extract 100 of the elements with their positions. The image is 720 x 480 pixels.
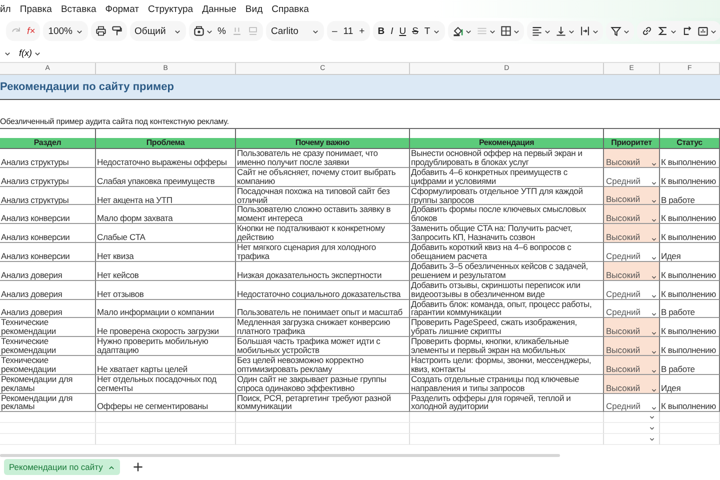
table-cell: В работе xyxy=(660,356,720,375)
table-cell: Без целей невозможно корректно оптимизировать рекламу xyxy=(236,356,410,375)
caret-icon[interactable] xyxy=(489,28,496,34)
priority-dropdown[interactable]: Высокий xyxy=(604,337,660,356)
formula-button[interactable]: f× xyxy=(26,26,36,36)
table-cell: К выполнению xyxy=(660,262,720,281)
priority-dropdown[interactable]: Высокий xyxy=(604,224,660,244)
priority-dropdown[interactable]: Средний xyxy=(604,280,660,300)
align-left-icon[interactable] xyxy=(531,25,544,37)
priority-dropdown[interactable]: Высокий xyxy=(604,205,660,224)
table-cell: К выполнению xyxy=(660,149,720,168)
add-sheet-icon[interactable] xyxy=(132,461,144,473)
caret-icon xyxy=(108,464,115,470)
rotate-icon[interactable] xyxy=(681,25,694,37)
table-cell: К выполнению xyxy=(660,337,720,356)
priority-dropdown[interactable]: Высокий xyxy=(604,374,660,394)
caret-icon xyxy=(651,405,657,412)
table-cell: К выполнению xyxy=(660,394,720,412)
caret-icon[interactable] xyxy=(206,28,212,34)
caret-icon xyxy=(651,311,657,318)
link-icon[interactable] xyxy=(641,25,654,37)
print-icon[interactable] xyxy=(94,25,106,37)
menu-item[interactable]: Структура xyxy=(148,4,194,14)
table-cell: Добавить 3–5 обезличенных кейсов с задачей, решением и результатом xyxy=(410,262,604,281)
filter-icon[interactable] xyxy=(610,25,622,37)
menu-item[interactable]: йл xyxy=(0,4,11,14)
font-size-field[interactable]: 11 xyxy=(342,26,354,36)
text-style-dropdown[interactable]: T xyxy=(423,26,442,36)
table-cell: Добавить блок: команда, опыт, процесс работы, гарантии коммуникации xyxy=(410,300,604,318)
table-cell: Один сайт не закрывает разные группы спроса одинаково эффективно xyxy=(236,374,410,394)
table-cell: В работе xyxy=(660,300,720,318)
borders-icon[interactable] xyxy=(500,25,512,37)
table-cell: Сайт не объясняет, почему стоит выбрать компанию xyxy=(236,168,410,187)
table-cell: Нет отдельных посадочных под сегменты xyxy=(96,374,236,394)
table-cell: К выполнению xyxy=(660,280,720,300)
caret-icon xyxy=(433,28,440,34)
table-cell: Анализ структуры xyxy=(0,186,96,206)
percent-button[interactable]: % xyxy=(216,26,227,36)
align-bottom-icon[interactable] xyxy=(555,25,568,37)
currency-icon[interactable] xyxy=(192,25,204,37)
table-cell: Не проверена скорость загрузки xyxy=(96,318,236,338)
fill-color-icon[interactable] xyxy=(452,25,464,37)
priority-dropdown[interactable]: Высокий xyxy=(604,356,660,375)
table-cell: Технические рекомендации xyxy=(0,337,96,356)
table-cell: Пользователю сложно оставить заявку в момент интереса xyxy=(236,205,410,224)
text-wrap-icon[interactable] xyxy=(579,25,592,37)
sheet-tab[interactable]: Рекомендации по сайту xyxy=(4,459,120,475)
merge-cells-icon[interactable] xyxy=(476,25,488,37)
table-cell: К выполнению xyxy=(660,205,720,224)
caret-icon[interactable] xyxy=(592,28,600,34)
table-cell: Технические рекомендации xyxy=(0,318,96,338)
table-cell: Анализ конверсии xyxy=(0,224,96,244)
table-cell: Проверить PageSpeed, сжать изображения, убрать лишние скрипты xyxy=(410,318,604,338)
table-cell: Анализ конверсии xyxy=(0,243,96,262)
menu-item[interactable]: Вставка xyxy=(60,4,96,14)
menu-item[interactable]: Формат xyxy=(105,4,140,14)
table-cell: Рекомендации для рекламы xyxy=(0,374,96,394)
caret-icon xyxy=(651,292,657,298)
table-cell: Недостаточно социального доказательства xyxy=(236,280,410,300)
priority-dropdown[interactable]: Высокий xyxy=(604,262,660,281)
bold-button[interactable]: B xyxy=(376,26,386,36)
menu-item[interactable]: Справка xyxy=(272,4,309,14)
priority-dropdown[interactable]: Высокий xyxy=(604,318,660,338)
sheet-title: Рекомендации по сайту пример xyxy=(0,75,720,100)
menu-item[interactable]: Вид xyxy=(245,4,263,14)
horizontal-scrollbar[interactable] xyxy=(0,454,560,457)
caret-icon[interactable] xyxy=(568,28,576,34)
sum-icon[interactable] xyxy=(657,25,670,37)
italic-button[interactable]: I xyxy=(390,26,394,36)
table-cell: Вынести основной оффер на первый экран и продублировать в блоках услуг xyxy=(410,149,604,168)
increase-font-button[interactable]: + xyxy=(358,26,366,36)
priority-dropdown[interactable]: Средний xyxy=(604,394,660,412)
caret-icon[interactable] xyxy=(513,28,520,34)
table-cell: Не хватает карты целей xyxy=(96,356,236,375)
caret-icon[interactable] xyxy=(710,28,718,34)
decrease-font-button[interactable]: – xyxy=(330,26,338,36)
menu-item[interactable]: Данные xyxy=(202,4,236,14)
table-cell: Недостаточно выражены офферы xyxy=(96,149,236,168)
caret-icon xyxy=(651,348,657,355)
caret-icon[interactable] xyxy=(544,28,552,34)
table-cell: Добавить отзывы, скриншоты переписок или видеоотзывы в обезличенном виде xyxy=(410,280,604,300)
caret-icon[interactable] xyxy=(670,28,678,34)
table-cell: Анализ структуры xyxy=(0,168,96,187)
table-cell: Слабая упаковка преимуществ xyxy=(96,168,236,187)
chart-icon[interactable] xyxy=(697,25,710,37)
caret-icon[interactable] xyxy=(465,28,472,34)
table-header: Статус xyxy=(660,138,720,148)
name-box-caret-icon[interactable] xyxy=(4,50,11,56)
caret-icon[interactable] xyxy=(623,28,630,34)
underline-button[interactable]: U xyxy=(398,26,408,36)
table-cell: Нужно проверить мобильную адаптацию xyxy=(96,337,236,356)
strikethrough-button[interactable]: S xyxy=(411,26,420,36)
table-header: Рекомендация xyxy=(410,138,604,148)
priority-dropdown[interactable]: Высокий xyxy=(604,186,660,206)
caret-icon xyxy=(651,236,657,242)
priority-dropdown[interactable]: Высокий xyxy=(604,149,660,168)
function-button[interactable]: f(x) xyxy=(19,48,41,58)
menu-item[interactable]: Правка xyxy=(20,4,52,14)
paint-format-icon[interactable] xyxy=(110,25,122,37)
table-cell: Нет кейсов xyxy=(96,262,236,281)
